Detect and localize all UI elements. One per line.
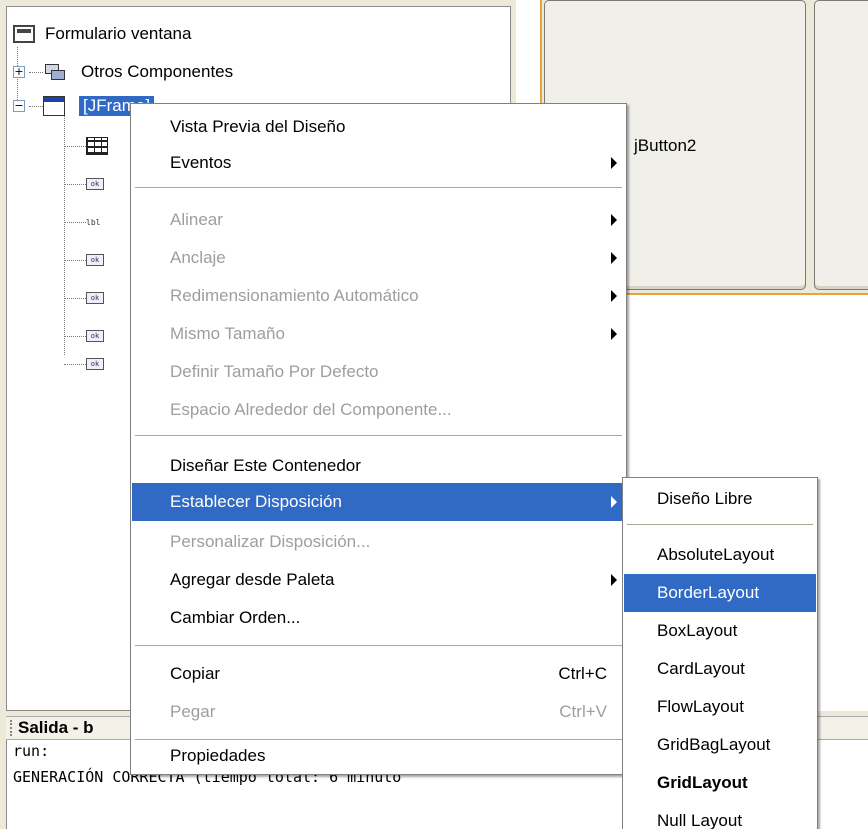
menu-separator [627,524,813,525]
tree-node-child[interactable]: ok [64,245,104,275]
menu-item-vista-previa[interactable]: Vista Previa del Diseño [132,108,625,146]
label-icon: lbl [86,217,101,227]
menu-item-anclaje[interactable]: Anclaje [132,239,625,277]
menu-separator [135,435,622,436]
menu-item-cambiar-orden[interactable]: Cambiar Orden... [132,599,625,637]
shortcut-pegar: Ctrl+V [559,702,607,721]
jbutton-right[interactable] [814,0,868,290]
tree-node-child[interactable]: ok [64,349,104,379]
submenu-arrow-icon [611,157,617,169]
submenu-arrow-icon [611,252,617,264]
grip-icon [10,720,14,736]
collapse-icon[interactable]: − [13,100,25,112]
tree-node-other-components-label: Otros Componentes [81,62,234,81]
submenu-arrow-icon [611,328,617,340]
button-icon: ok [86,292,104,304]
submenu-item-flowlayout[interactable]: FlowLayout [624,688,816,726]
jframe-icon [43,96,65,116]
menu-item-definir-tamano[interactable]: Definir Tamaño Por Defecto [132,353,625,391]
button-icon: ok [86,178,104,190]
button-icon: ok [86,254,104,266]
tree-node-child[interactable]: ok [64,283,104,313]
submenu-item-gridbaglayout[interactable]: GridBagLayout [624,726,816,764]
menu-item-eventos[interactable]: Eventos [132,144,625,182]
tree-node-child[interactable]: lbl [64,207,100,237]
grid-layout-icon [86,137,108,155]
menu-item-personalizar-disposicion[interactable]: Personalizar Disposición... [132,523,625,561]
menu-item-establecer-disposicion[interactable]: Establecer Disposición [132,483,625,521]
menu-separator [135,187,622,188]
submenu-item-gridlayout[interactable]: GridLayout [624,764,816,802]
menu-item-propiedades[interactable]: Propiedades [132,738,625,774]
submenu-item-boxlayout[interactable]: BoxLayout [624,612,816,650]
output-title: Salida - b [18,718,94,737]
menu-item-pegar[interactable]: Pegar Ctrl+V [132,693,625,731]
menu-separator [135,645,622,646]
tree-node-other-components[interactable]: + Otros Componentes [13,57,233,87]
menu-item-disenar-contenedor[interactable]: Diseñar Este Contenedor [132,447,625,485]
output-line: run: [13,742,50,760]
menu-item-agregar-paleta[interactable]: Agregar desde Paleta [132,561,625,599]
submenu-arrow-icon [611,496,617,508]
submenu-item-absolutelayout[interactable]: AbsoluteLayout [624,536,816,574]
shortcut-copiar: Ctrl+C [558,664,607,683]
submenu-arrow-icon [611,290,617,302]
expand-icon[interactable]: + [13,66,25,78]
tree-node-form[interactable]: Formulario ventana [13,19,191,49]
jbutton2-label: jButton2 [634,136,697,155]
menu-item-alinear[interactable]: Alinear [132,201,625,239]
menu-item-copiar[interactable]: Copiar Ctrl+C [132,655,625,693]
tree-node-child[interactable]: ok [64,321,104,351]
button-icon: ok [86,358,104,370]
form-icon [13,25,35,43]
components-icon [43,62,67,82]
tree-node-form-label: Formulario ventana [45,24,192,43]
submenu-item-diseno-libre[interactable]: Diseño Libre [624,480,816,518]
submenu-arrow-icon [611,574,617,586]
submenu-item-cardlayout[interactable]: CardLayout [624,650,816,688]
menu-item-redimensionamiento[interactable]: Redimensionamiento Automático [132,277,625,315]
menu-item-espacio-alrededor[interactable]: Espacio Alrededor del Componente... [132,391,625,429]
submenu-arrow-icon [611,214,617,226]
submenu-item-null-layout[interactable]: Null Layout [624,802,816,829]
tree-node-child[interactable] [64,131,108,161]
tree-node-child[interactable]: ok [64,169,104,199]
context-menu: Vista Previa del Diseño Eventos Alinear … [130,103,627,775]
layout-submenu: Diseño Libre AbsoluteLayout BorderLayout… [622,477,818,829]
button-icon: ok [86,330,104,342]
menu-item-mismo-tamano[interactable]: Mismo Tamaño [132,315,625,353]
submenu-item-borderlayout[interactable]: BorderLayout [624,574,816,612]
